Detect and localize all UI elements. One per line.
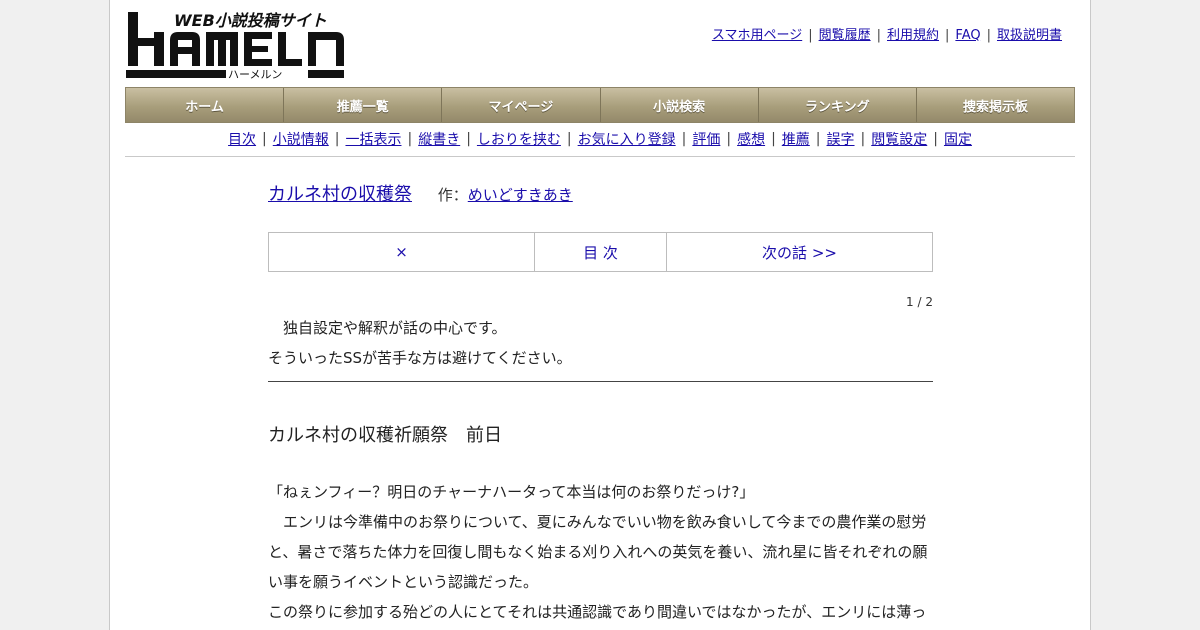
sub-nav-toc[interactable]: 目次 — [228, 129, 256, 149]
page-container: WEB小説投稿サイト ハーメルン スマホ用ページ | 閲覧履歴 | 利用規約 | FAQ | 取… — [109, 0, 1091, 630]
chapter-nav: × 目 次 次の話 >> — [268, 232, 933, 272]
sub-nav-all[interactable]: 一括表示 — [345, 129, 401, 149]
novel-content: カルネ村の収穫祭 作：めいどすきあき × 目 次 次の話 >> 1 / 2 独自… — [268, 180, 933, 627]
logo-tagline: WEB小説投稿サイト — [174, 11, 327, 30]
sub-nav: 目次 | 小説情報 | 一括表示 | 縦書き | しおりを挟む | お気に入り登録 | 評価… — [125, 122, 1075, 157]
hameln-logo[interactable]: WEB小説投稿サイト ハーメルン — [126, 10, 346, 80]
preface-divider — [268, 381, 933, 382]
preface-line: そういったSSが苦手な方は避けてください。 — [268, 349, 572, 367]
main-nav: ホーム 推薦一覧 マイページ 小説検索 ランキング 捜索掲示板 — [125, 87, 1075, 123]
body-paragraph: この祭りに参加する殆どの人にとてそれは共通認識であり間違いではなかったが、エンリ… — [268, 603, 927, 621]
main-nav-ranking[interactable]: ランキング — [758, 88, 917, 122]
sub-nav-info[interactable]: 小説情報 — [273, 129, 329, 149]
chapter-nav-close-cell: × — [269, 233, 535, 271]
next-chapter-button[interactable]: 次の話 >> — [762, 242, 837, 263]
top-link-faq[interactable]: FAQ — [955, 28, 980, 43]
sub-nav-favorite[interactable]: お気に入り登録 — [578, 129, 676, 149]
sub-nav-settings[interactable]: 閲覧設定 — [871, 129, 927, 149]
sub-nav-vertical[interactable]: 縦書き — [418, 129, 460, 149]
top-links: スマホ用ページ | 閲覧履歴 | 利用規約 | FAQ | 取扱説明書 — [711, 28, 1062, 43]
main-nav-board[interactable]: 捜索掲示板 — [916, 88, 1075, 122]
chapter-nav-next-cell: 次の話 >> — [667, 233, 932, 271]
sub-nav-review[interactable]: 感想 — [737, 129, 765, 149]
top-link-terms[interactable]: 利用規約 — [887, 28, 939, 43]
toc-button[interactable]: 目 次 — [583, 242, 618, 263]
body-paragraph: 「ねぇンフィー？明日のチャーナハータって本当は何のお祭りだっけ?」 — [268, 483, 755, 501]
preface-line: 独自設定や解釈が話の中心です。 — [268, 319, 507, 337]
body-paragraph: エンリは今準備中のお祭りについて、夏にみんなでいい物を飲み食いして今までの農作業… — [268, 513, 928, 591]
top-link-manual[interactable]: 取扱説明書 — [997, 28, 1062, 43]
page-indicator: 1 / 2 — [906, 295, 933, 309]
main-nav-recommend[interactable]: 推薦一覧 — [284, 88, 443, 122]
title-row: カルネ村の収穫祭 作：めいどすきあき — [268, 180, 933, 206]
sub-nav-typo[interactable]: 誤字 — [827, 129, 855, 149]
author-link[interactable]: めいどすきあき — [468, 186, 573, 204]
novel-title[interactable]: カルネ村の収穫祭 — [268, 184, 412, 205]
chapter-body: 「ねぇンフィー？明日のチャーナハータって本当は何のお祭りだっけ?」 エンリは今準… — [268, 477, 933, 627]
main-nav-search[interactable]: 小説検索 — [600, 88, 759, 122]
chapter-nav-toc-cell: 目 次 — [535, 233, 667, 271]
sub-nav-recommend[interactable]: 推薦 — [782, 129, 810, 149]
sub-nav-bookmark[interactable]: しおりを挟む — [477, 129, 561, 149]
logo-kana: ハーメルン — [228, 68, 282, 80]
preface: 独自設定や解釈が話の中心です。 そういったSSが苦手な方は避けてください。 — [268, 313, 933, 373]
sub-nav-rating[interactable]: 評価 — [692, 129, 720, 149]
sub-nav-fixed[interactable]: 固定 — [944, 129, 972, 149]
author-line: 作：めいどすきあき — [438, 186, 573, 204]
top-link-history[interactable]: 閲覧履歴 — [819, 28, 871, 43]
top-link-smartphone[interactable]: スマホ用ページ — [712, 28, 802, 43]
main-nav-mypage[interactable]: マイページ — [442, 88, 601, 122]
main-nav-home[interactable]: ホーム — [126, 88, 285, 122]
chapter-title: カルネ村の収穫祈願祭 前日 — [268, 425, 502, 446]
close-button[interactable]: × — [395, 243, 408, 261]
author-prefix: 作： — [437, 186, 468, 204]
